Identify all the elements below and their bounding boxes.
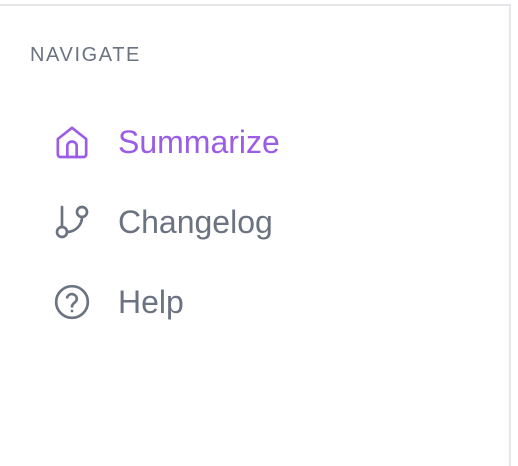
home-icon	[50, 120, 94, 164]
sidebar: NAVIGATE Summarize Changelog Help	[0, 6, 509, 466]
sidebar-item-label: Help	[118, 284, 184, 320]
sidebar-right-divider	[509, 4, 511, 466]
section-title-navigate: NAVIGATE	[30, 44, 141, 66]
sidebar-item-help[interactable]: Help	[50, 276, 184, 328]
app-frame: NAVIGATE Summarize Changelog Help	[0, 0, 518, 466]
sidebar-item-summarize[interactable]: Summarize	[50, 116, 280, 168]
sidebar-item-label: Changelog	[118, 204, 273, 240]
git-branch-icon	[50, 200, 94, 244]
sidebar-item-label: Summarize	[118, 124, 280, 160]
sidebar-item-changelog[interactable]: Changelog	[50, 196, 273, 248]
help-circle-icon	[50, 280, 94, 324]
